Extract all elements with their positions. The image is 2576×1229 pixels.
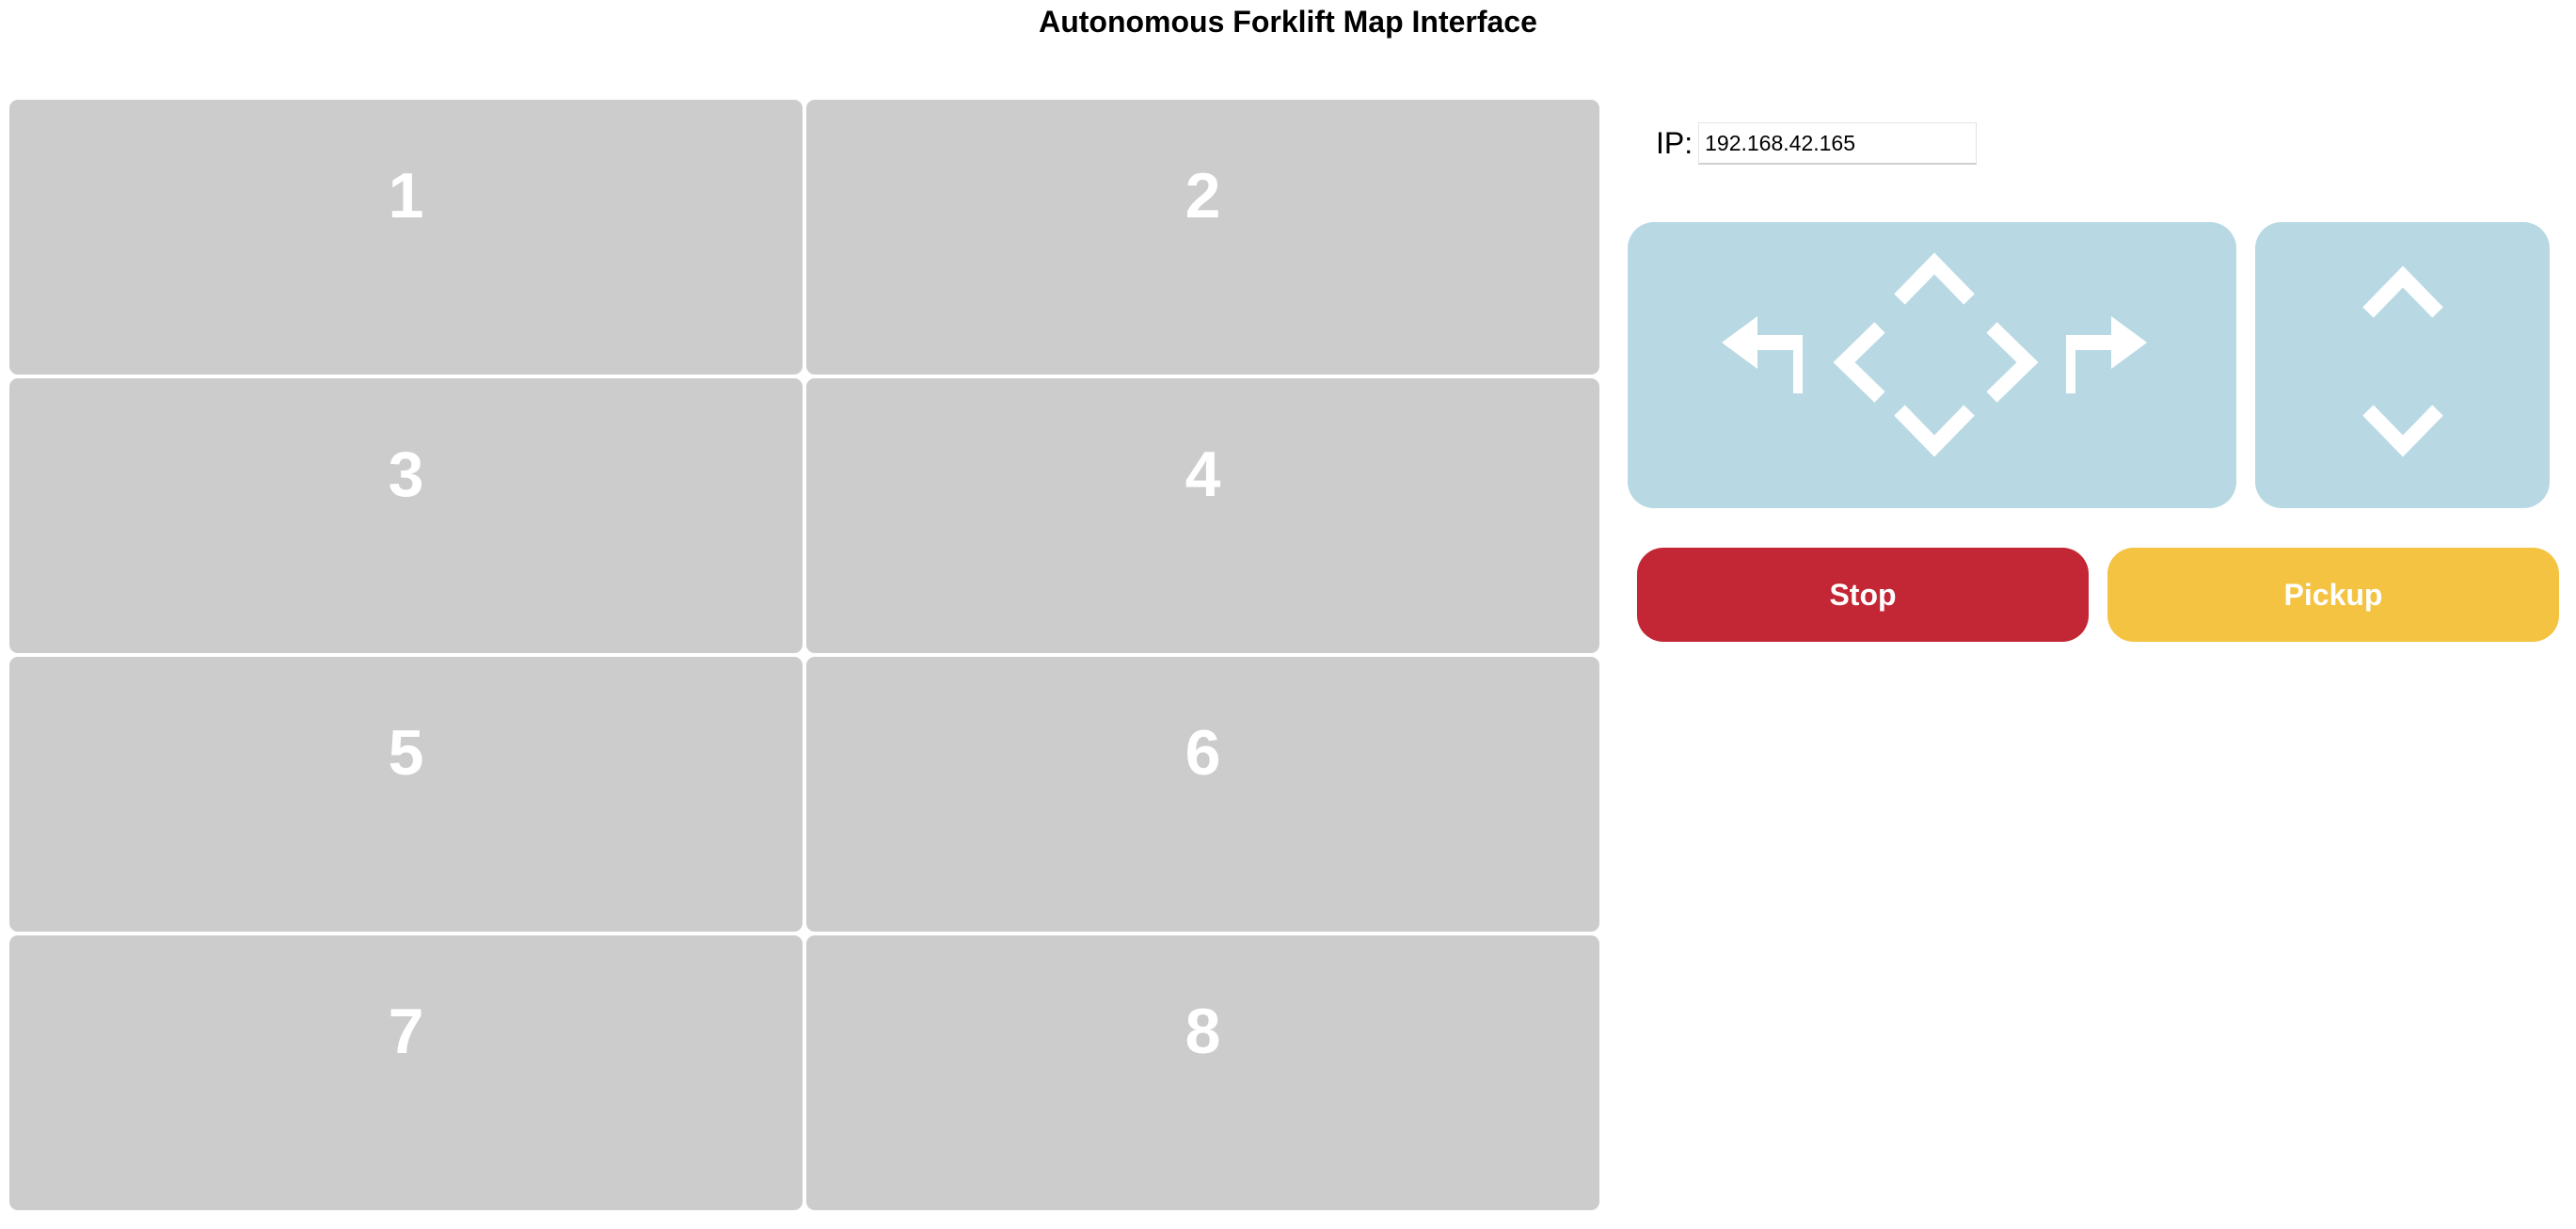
zone-label: 6 bbox=[1185, 717, 1221, 789]
zone-4[interactable]: 4 bbox=[806, 378, 1599, 653]
turn-left-icon[interactable] bbox=[1722, 316, 1803, 393]
pickup-button[interactable]: Pickup bbox=[2107, 548, 2559, 642]
zone-2[interactable]: 2 bbox=[806, 100, 1599, 375]
zone-7[interactable]: 7 bbox=[9, 935, 803, 1210]
zone-1[interactable]: 1 bbox=[9, 100, 803, 375]
zone-label: 5 bbox=[388, 717, 424, 789]
ip-input[interactable] bbox=[1698, 122, 1978, 165]
ip-label: IP: bbox=[1656, 126, 1693, 160]
zone-5[interactable]: 5 bbox=[9, 657, 803, 932]
page-title: Autonomous Forklift Map Interface bbox=[1039, 5, 1537, 39]
turn-right-icon[interactable] bbox=[2066, 316, 2147, 393]
lift-up-icon[interactable] bbox=[2362, 265, 2443, 318]
zone-label: 8 bbox=[1185, 996, 1221, 1067]
zone-3[interactable]: 3 bbox=[9, 378, 803, 653]
lift-down-icon[interactable] bbox=[2362, 405, 2443, 457]
zone-8[interactable]: 8 bbox=[806, 935, 1599, 1210]
zone-label: 1 bbox=[388, 160, 424, 231]
stop-button[interactable]: Stop bbox=[1637, 548, 2089, 642]
zone-label: 7 bbox=[388, 996, 424, 1067]
zone-label: 4 bbox=[1185, 439, 1221, 510]
zone-6[interactable]: 6 bbox=[806, 657, 1599, 932]
movement-pad bbox=[1628, 222, 2236, 508]
zone-label: 2 bbox=[1185, 160, 1221, 231]
forklift-map-page: Autonomous Forklift Map Interface 1 2 3 … bbox=[0, 0, 2576, 1229]
chevron-left-icon[interactable] bbox=[1833, 322, 1885, 403]
ip-row: IP: bbox=[1656, 122, 1978, 165]
zone-label: 3 bbox=[388, 439, 424, 510]
chevron-up-icon[interactable] bbox=[1894, 252, 1975, 305]
chevron-down-icon[interactable] bbox=[1894, 405, 1975, 457]
chevron-right-icon[interactable] bbox=[1986, 322, 2039, 403]
warehouse-map: 1 2 3 4 5 6 7 8 bbox=[9, 100, 1599, 1214]
lift-pad bbox=[2255, 222, 2550, 508]
